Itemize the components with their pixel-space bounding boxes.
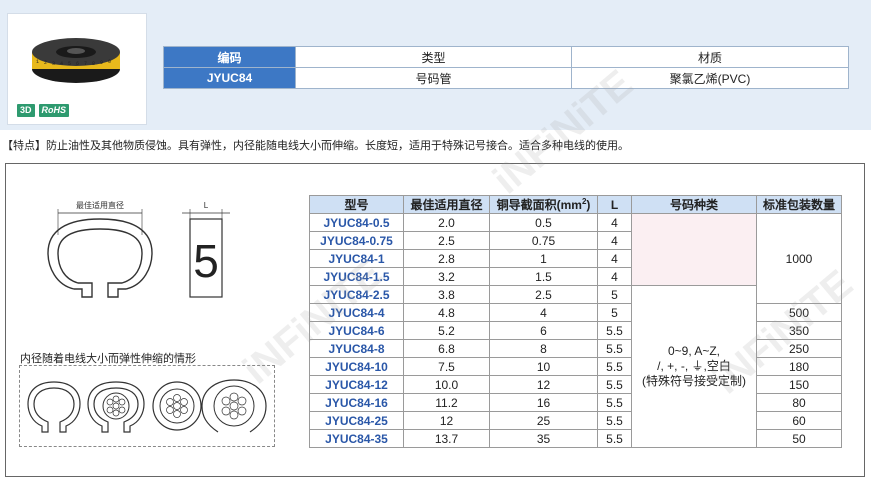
- certification-badges: 3D RoHS: [17, 104, 70, 117]
- table-row: JYUC84-12 10.0 12 5.5 150: [309, 375, 842, 394]
- package-350: 350: [756, 321, 842, 340]
- package-50: 50: [756, 429, 842, 448]
- svg-text:9: 9: [100, 60, 103, 66]
- material-header: 材质: [571, 46, 849, 68]
- svg-text:3: 3: [52, 61, 55, 67]
- svg-text:6: 6: [76, 61, 79, 67]
- package-150: 150: [756, 375, 842, 394]
- package-500: 500: [756, 303, 842, 322]
- length-label: L: [204, 201, 209, 210]
- svg-text:1: 1: [36, 59, 39, 65]
- tube-front-diagram: L 5: [180, 195, 250, 310]
- code-value: JYUC84: [163, 67, 296, 89]
- l-header: L: [597, 195, 632, 214]
- svg-text:4: 4: [60, 61, 63, 67]
- elastic-illustration: [19, 365, 275, 447]
- package-80: 80: [756, 393, 842, 412]
- code-type-cell: 0~9, A~Z, /, +, -, ⏚,空白 (特殊符号接受定制): [631, 285, 757, 448]
- 3d-badge[interactable]: 3D: [17, 104, 35, 117]
- rohs-badge: RoHS: [38, 104, 70, 117]
- svg-text:7: 7: [84, 61, 87, 67]
- type-header: 类型: [295, 46, 572, 68]
- table-row: JYUC84-6 5.2 6 5.5 350: [309, 321, 842, 340]
- svg-text:0: 0: [108, 59, 111, 65]
- model-data-table: 型号 最佳适用直径 铜导截面积(mm2) L 号码种类 标准包装数量 JYUC8…: [309, 195, 842, 448]
- material-value: 聚氯乙烯(PVC): [571, 67, 849, 89]
- svg-text:5: 5: [68, 61, 71, 67]
- table-row: JYUC84-10 7.5 10 5.5 180: [309, 357, 842, 376]
- package-1000: 1000: [756, 213, 842, 304]
- code-type-header: 号码种类: [631, 195, 757, 214]
- svg-text:2: 2: [44, 60, 47, 66]
- cable-marker-reel-image: 1234 5678 90: [32, 38, 120, 83]
- cross-section-diagram: 最佳适用直径: [38, 195, 158, 315]
- area-header: 铜导截面积(mm2): [489, 195, 598, 214]
- table-row: JYUC84-4 4.8 4 5 500: [309, 303, 842, 322]
- table-row: JYUC84-8 6.8 8 5.5 250: [309, 339, 842, 358]
- package-60: 60: [756, 411, 842, 430]
- package-header: 标准包装数量: [756, 195, 842, 214]
- svg-text:8: 8: [92, 61, 95, 67]
- package-250: 250: [756, 339, 842, 358]
- code-type-cell-top: [631, 213, 757, 286]
- code-header: 编码: [163, 46, 296, 68]
- table-row: JYUC84-35 13.7 35 5.5 50: [309, 429, 842, 448]
- table-row: JYUC84-16 11.2 16 5.5 80: [309, 393, 842, 412]
- product-spec-table: 编码 类型 材质 JYUC84 号码管 聚氯乙烯(PVC): [163, 46, 849, 89]
- type-value: 号码管: [295, 67, 572, 89]
- number-glyph: 5: [193, 235, 219, 287]
- feature-text: 【特点】防止油性及其他物质侵蚀。具有弹性，内径能随电线大小而伸缩。长度短，适用于…: [2, 140, 629, 152]
- table-row: JYUC84-25 12 25 5.5 60: [309, 411, 842, 430]
- package-180: 180: [756, 357, 842, 376]
- model-header: 型号: [309, 195, 404, 214]
- diameter-header: 最佳适用直径: [403, 195, 490, 214]
- table-row: JYUC84-0.5 2.0 0.5 4 1000: [309, 213, 842, 304]
- elastic-caption: 内径随着电线大小而弹性伸缩的情形: [20, 353, 196, 365]
- diameter-label: 最佳适用直径: [76, 200, 124, 210]
